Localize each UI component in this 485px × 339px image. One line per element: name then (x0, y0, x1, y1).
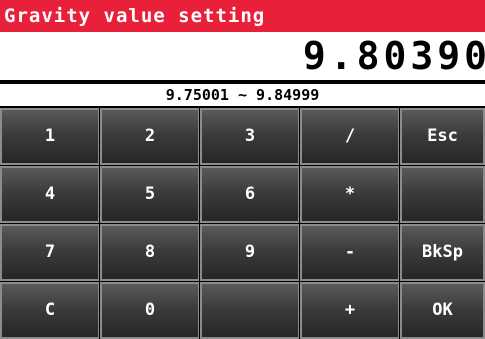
key-blank-2[interactable] (199, 281, 301, 339)
key-blank-1[interactable] (399, 165, 485, 224)
value-display: 9.80390 (0, 32, 485, 82)
dialog-title: Gravity value setting (0, 0, 485, 32)
key-minus[interactable]: - (299, 223, 401, 282)
range-label: 9.75001 ~ 9.84999 (0, 84, 485, 108)
key-0[interactable]: 0 (99, 281, 201, 339)
key-6[interactable]: 6 (199, 165, 301, 224)
key-7[interactable]: 7 (0, 223, 101, 282)
key-3[interactable]: 3 (199, 107, 301, 166)
key-1[interactable]: 1 (0, 107, 101, 166)
key-clear[interactable]: C (0, 281, 101, 339)
key-backspace[interactable]: BkSp (399, 223, 485, 282)
key-esc[interactable]: Esc (399, 107, 485, 166)
key-4[interactable]: 4 (0, 165, 101, 224)
keypad: 1 2 3 / Esc 4 5 6 * 7 8 9 - BkSp C 0 + O… (0, 107, 485, 339)
key-8[interactable]: 8 (99, 223, 201, 282)
key-9[interactable]: 9 (199, 223, 301, 282)
key-5[interactable]: 5 (99, 165, 201, 224)
key-plus[interactable]: + (299, 281, 401, 339)
key-ok[interactable]: OK (399, 281, 485, 339)
key-2[interactable]: 2 (99, 107, 201, 166)
key-divide[interactable]: / (299, 107, 401, 166)
key-multiply[interactable]: * (299, 165, 401, 224)
display-value: 9.80390 (302, 34, 485, 78)
